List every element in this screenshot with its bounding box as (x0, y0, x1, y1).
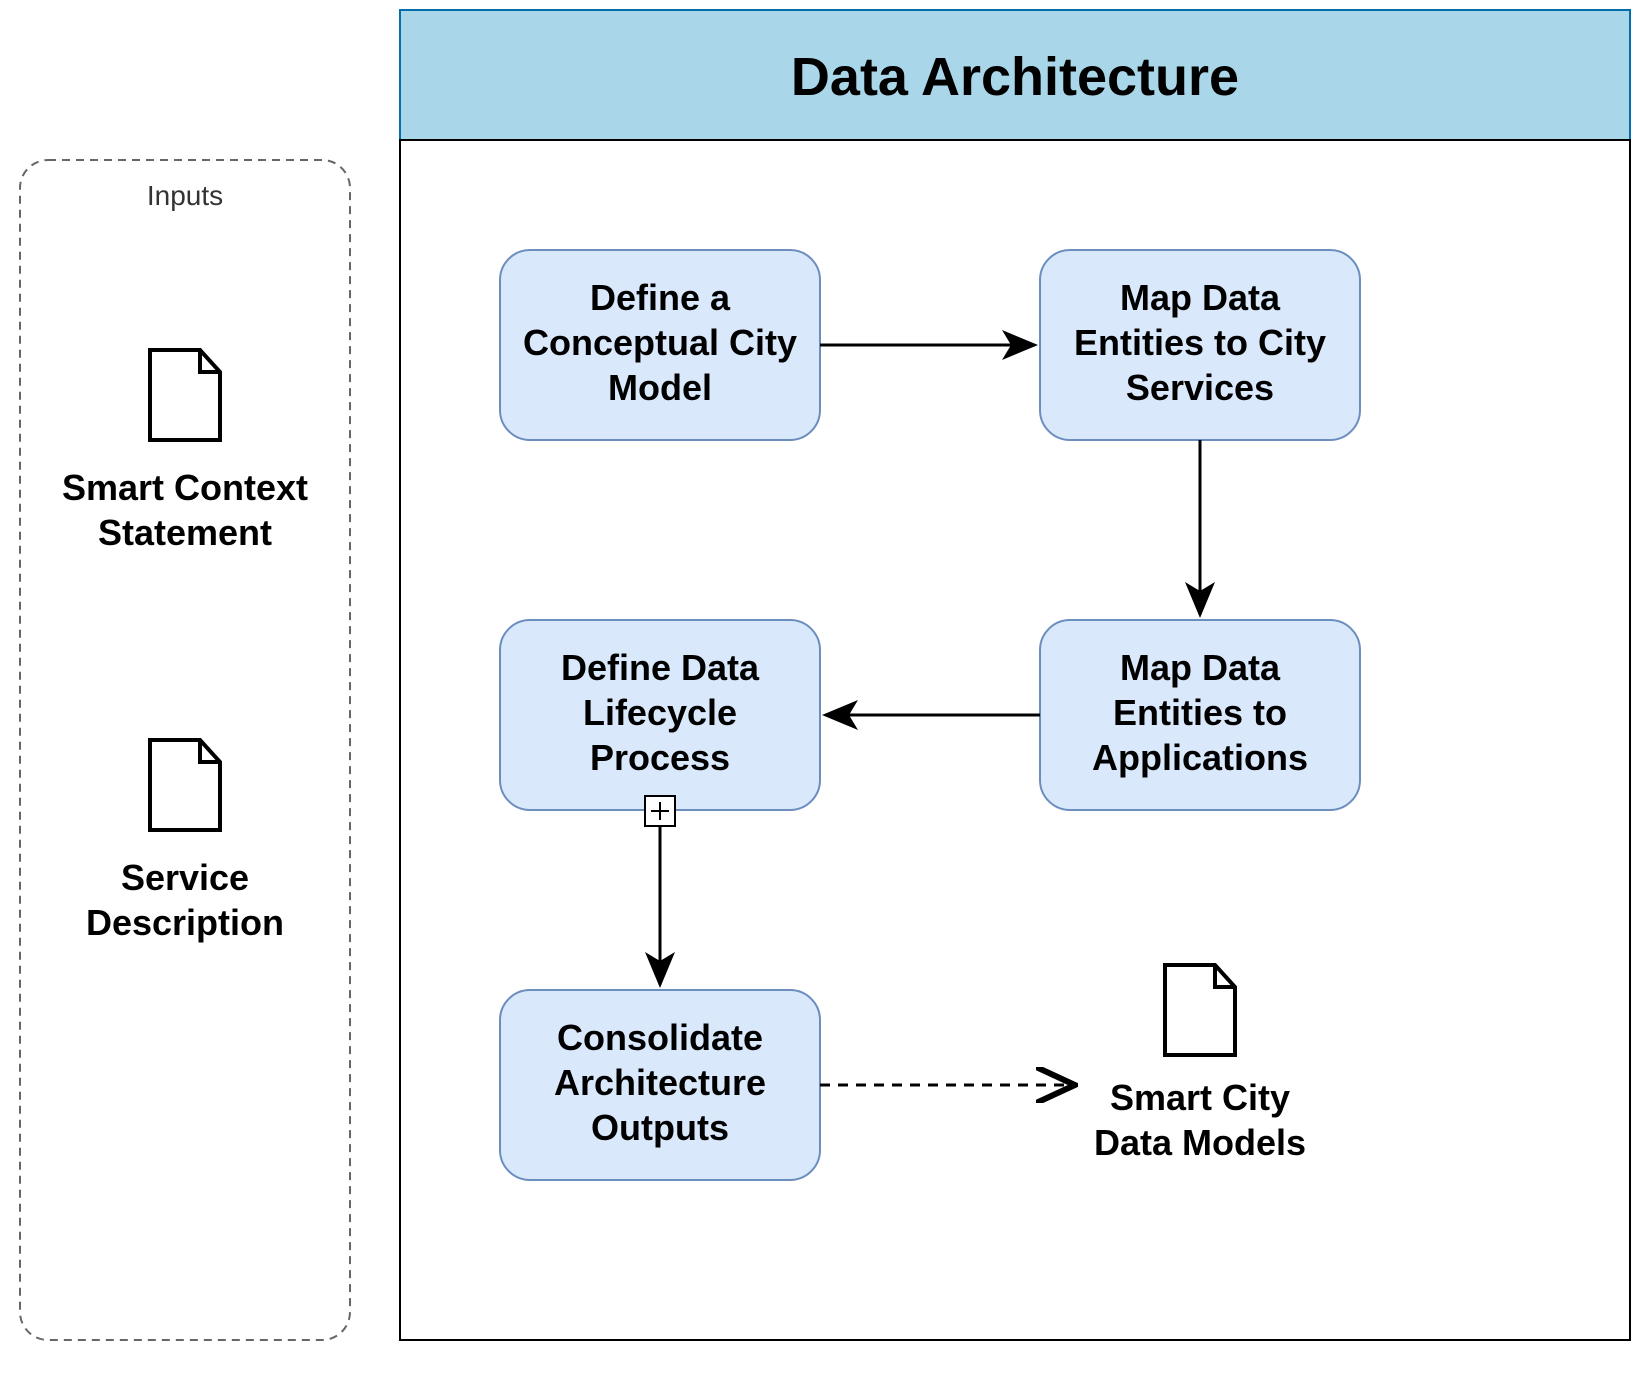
node-consolidate-architecture-outputs: Consolidate Architecture Outputs (500, 990, 820, 1180)
document-icon (1165, 965, 1235, 1055)
node-define-conceptual-city-model: Define a Conceptual City Model (500, 250, 820, 440)
node-map-entities-city-services: Map Data Entities to City Services (1040, 250, 1360, 440)
document-icon (150, 350, 220, 440)
node-define-data-lifecycle-process: Define Data Lifecycle Process (500, 620, 820, 826)
node-text-line3: Model (608, 367, 712, 408)
node-map-entities-applications: Map Data Entities to Applications (1040, 620, 1360, 810)
node-text-line3: Outputs (591, 1107, 729, 1148)
node-text-line1: Map Data (1120, 647, 1281, 688)
architecture-title: Data Architecture (791, 47, 1239, 107)
inputs-label: Inputs (147, 180, 223, 211)
node-text-line3: Applications (1092, 737, 1308, 778)
node-text-line2: Entities to City (1074, 322, 1326, 363)
input-caption-line2: Statement (98, 512, 272, 553)
document-icon (150, 740, 220, 830)
input-caption-line2: Description (86, 902, 284, 943)
node-text-line1: Define Data (561, 647, 760, 688)
node-text-line3: Services (1126, 367, 1274, 408)
node-text-line3: Process (590, 737, 730, 778)
node-text-line2: Lifecycle (583, 692, 737, 733)
subprocess-plus-icon (645, 796, 675, 826)
node-text-line2: Conceptual City (523, 322, 797, 363)
node-text-line1: Map Data (1120, 277, 1281, 318)
node-text-line1: Consolidate (557, 1017, 763, 1058)
inputs-container: Inputs Smart Context Statement Service D… (20, 160, 350, 1340)
output-caption-line2: Data Models (1094, 1122, 1306, 1163)
node-text-line2: Architecture (554, 1062, 766, 1103)
output-caption-line1: Smart City (1110, 1077, 1290, 1118)
node-text-line2: Entities to (1113, 692, 1287, 733)
input-caption-line1: Service (121, 857, 249, 898)
node-text-line1: Define a (590, 277, 731, 318)
input-caption-line1: Smart Context (62, 467, 308, 508)
